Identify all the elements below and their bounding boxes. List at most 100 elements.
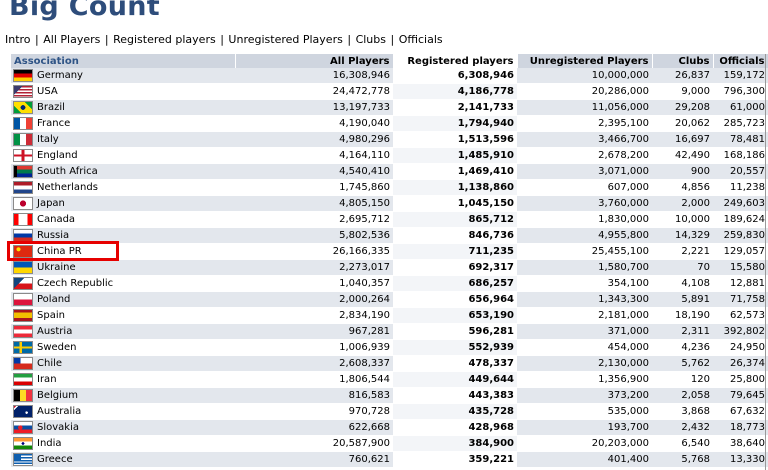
registered-players-cell: 435,728	[393, 403, 517, 420]
association-name[interactable]: Ukraine	[37, 262, 76, 273]
registered-players-cell: 1,513,596	[393, 131, 517, 148]
officials-cell: 392,802	[713, 323, 768, 340]
table-row: Iran 1,806,544 449,644 1,356,900 120 25,800	[11, 371, 768, 388]
table-row: Ukraine 2,273,017 692,317 1,580,700 70 15,580	[11, 259, 768, 276]
association-name[interactable]: Japan	[37, 198, 65, 209]
all-players-cell: 622,668	[235, 419, 393, 436]
table-body: Germany 16,308,946 6,308,946 10,000,000 26,8…	[11, 68, 768, 468]
association-name[interactable]: Greece	[37, 454, 73, 465]
nav-link-officials[interactable]: Officials	[399, 33, 443, 46]
unregistered-players-cell: 4,955,800	[517, 227, 652, 244]
association-name[interactable]: France	[37, 118, 70, 129]
association-name[interactable]: USA	[37, 86, 58, 97]
registered-players-cell: 1,485,910	[393, 147, 517, 164]
association-name[interactable]: Russia	[37, 230, 69, 241]
clubs-cell: 18,190	[652, 307, 713, 324]
column-header-officials[interactable]: Officials	[713, 54, 768, 68]
south-africa-flag-icon	[13, 165, 33, 178]
unregistered-players-cell: 535,000	[517, 403, 652, 420]
association-name[interactable]: Iran	[37, 374, 57, 385]
clubs-cell: 42,490	[652, 147, 713, 164]
association-cell: India	[11, 435, 235, 452]
association-cell: USA	[11, 83, 235, 100]
association-cell: Belgium	[11, 387, 235, 404]
column-header-clubs[interactable]: Clubs	[652, 54, 714, 68]
nav-link-unregistered-players[interactable]: Unregistered Players	[228, 33, 342, 46]
clubs-cell: 2,000	[652, 195, 713, 212]
association-name[interactable]: Chile	[37, 358, 62, 369]
nav-link-clubs[interactable]: Clubs	[356, 33, 386, 46]
association-name[interactable]: China PR	[37, 246, 82, 257]
germany-flag-icon	[13, 69, 33, 82]
association-name[interactable]: England	[37, 150, 78, 161]
column-header-unregistered-players[interactable]: Unregistered Players	[517, 54, 653, 68]
all-players-cell: 2,000,264	[235, 291, 393, 308]
table-row: Poland 2,000,264 656,964 1,343,300 5,891 71,7…	[11, 291, 768, 308]
table-row: Canada 2,695,712 865,712 1,830,000 10,000 189…	[11, 211, 768, 228]
sweden-flag-icon	[13, 341, 33, 354]
all-players-cell: 4,805,150	[235, 195, 393, 212]
unregistered-players-cell: 354,100	[517, 275, 652, 292]
china-flag-icon	[13, 245, 33, 258]
association-name[interactable]: Sweden	[37, 342, 77, 353]
usa-flag-icon	[13, 85, 33, 98]
clubs-cell: 70	[652, 259, 713, 276]
column-header-registered-players[interactable]: Registered players	[393, 54, 518, 68]
clubs-cell: 5,768	[652, 451, 713, 468]
officials-cell: 24,950	[713, 339, 768, 356]
table-row: Brazil 13,197,733 2,141,733 11,056,000 29,20…	[11, 99, 768, 116]
association-cell: Chile	[11, 355, 235, 372]
association-cell: Ukraine	[11, 259, 235, 276]
association-cell: Canada	[11, 211, 235, 228]
table-row: Germany 16,308,946 6,308,946 10,000,000 26,8…	[11, 68, 768, 84]
association-cell: Slovakia	[11, 419, 235, 436]
officials-cell: 159,172	[713, 68, 768, 84]
netherlands-flag-icon	[13, 181, 33, 194]
all-players-cell: 760,621	[235, 451, 393, 468]
all-players-cell: 970,728	[235, 403, 393, 420]
association-name[interactable]: India	[37, 438, 62, 449]
association-name[interactable]: Belgium	[37, 390, 78, 401]
association-name[interactable]: Spain	[37, 310, 65, 321]
clubs-cell: 4,236	[652, 339, 713, 356]
association-name[interactable]: South Africa	[37, 166, 98, 177]
big-count-table: Association All Players Registered playe…	[11, 54, 768, 468]
association-name[interactable]: Slovakia	[37, 422, 79, 433]
association-name[interactable]: Czech Republic	[37, 278, 113, 289]
unregistered-players-cell: 401,400	[517, 451, 652, 468]
all-players-cell: 1,040,357	[235, 275, 393, 292]
association-name[interactable]: Austria	[37, 326, 72, 337]
officials-cell: 25,800	[713, 371, 768, 388]
nav-link-all-players[interactable]: All Players	[43, 33, 100, 46]
unregistered-players-cell: 11,056,000	[517, 99, 652, 116]
unregistered-players-cell: 607,000	[517, 179, 652, 196]
table-row: Chile 2,608,337 478,337 2,130,000 5,762 26,37…	[11, 355, 768, 372]
nav-link-intro[interactable]: Intro	[5, 33, 31, 46]
table-row: India 20,587,900 384,900 20,203,000 6,540 38,…	[11, 435, 768, 452]
iran-flag-icon	[13, 373, 33, 386]
association-name[interactable]: Brazil	[37, 102, 65, 113]
officials-cell: 20,557	[713, 163, 768, 180]
association-name[interactable]: Germany	[37, 70, 83, 81]
clubs-cell: 2,058	[652, 387, 713, 404]
association-name[interactable]: Canada	[37, 214, 75, 225]
nav-separator: |	[347, 33, 352, 46]
clubs-cell: 2,221	[652, 243, 713, 260]
ukraine-flag-icon	[13, 261, 33, 274]
association-name[interactable]: Netherlands	[37, 182, 98, 193]
officials-cell: 26,374	[713, 355, 768, 372]
chile-flag-icon	[13, 357, 33, 370]
association-name[interactable]: Australia	[37, 406, 81, 417]
column-header-association[interactable]: Association	[11, 54, 236, 68]
association-name[interactable]: Italy	[37, 134, 59, 145]
all-players-cell: 2,695,712	[235, 211, 393, 228]
column-header-all-players[interactable]: All Players	[235, 54, 394, 68]
nav-link-registered-players[interactable]: Registered players	[113, 33, 216, 46]
belgium-flag-icon	[13, 389, 33, 402]
australia-flag-icon	[13, 405, 33, 418]
unregistered-players-cell: 373,200	[517, 387, 652, 404]
association-cell: Iran	[11, 371, 235, 388]
officials-cell: 78,481	[713, 131, 768, 148]
association-name[interactable]: Poland	[37, 294, 70, 305]
table-row: Belgium 816,583 443,383 373,200 2,058 79,645	[11, 387, 768, 404]
